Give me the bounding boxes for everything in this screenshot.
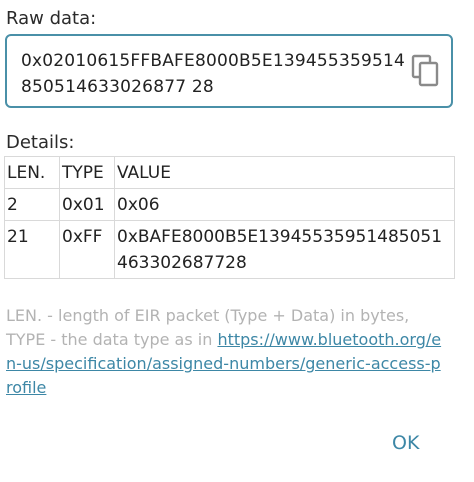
- help-text: LEN. - length of EIR packet (Type + Data…: [6, 304, 446, 400]
- details-label: Details:: [6, 132, 75, 153]
- header-len: LEN.: [4, 156, 60, 189]
- row-type: 0xFF: [59, 220, 115, 279]
- copy-icon: [411, 54, 439, 87]
- raw-data-value[interactable]: 0x02010615FFBAFE8000B5E13945535951485051…: [21, 48, 413, 100]
- header-type: TYPE: [59, 156, 115, 189]
- raw-data-box: 0x02010615FFBAFE8000B5E13945535951485051…: [5, 34, 453, 108]
- row-len: 2: [4, 188, 60, 221]
- details-table: LEN. TYPE VALUE 2 0x01 0x06 21 0xFF 0xBA…: [4, 156, 455, 279]
- row-value: 0xBAFE8000B5E139455359514850514633026877…: [114, 220, 455, 279]
- raw-data-label: Raw data:: [6, 8, 97, 29]
- ok-button[interactable]: OK: [392, 432, 419, 454]
- table-row: 2 0x01 0x06: [4, 188, 455, 221]
- row-type: 0x01: [59, 188, 115, 221]
- table-row: 21 0xFF 0xBAFE8000B5E1394553595148505146…: [4, 220, 455, 279]
- table-header-row: LEN. TYPE VALUE: [4, 156, 455, 189]
- row-len: 21: [4, 220, 60, 279]
- row-value: 0x06: [114, 188, 455, 221]
- header-value: VALUE: [114, 156, 455, 189]
- raw-data-dialog: Raw data: 0x02010615FFBAFE8000B5E1394553…: [0, 0, 474, 482]
- copy-button[interactable]: [411, 54, 441, 88]
